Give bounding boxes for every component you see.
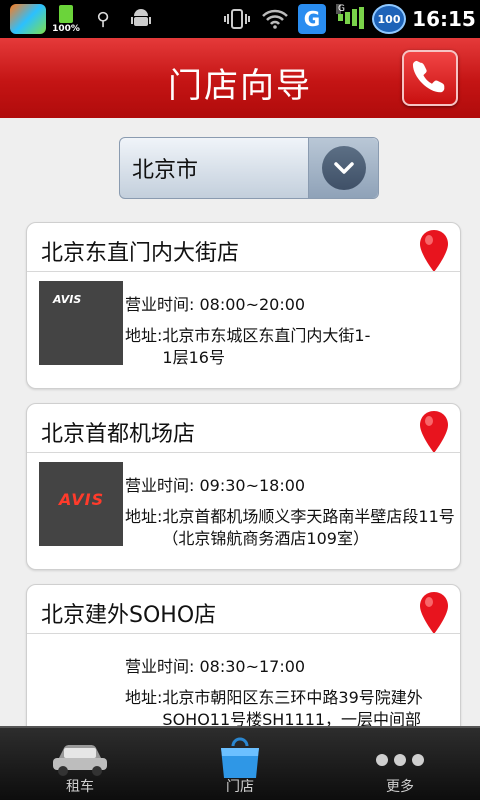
tab-label: 租车 bbox=[66, 779, 94, 795]
tab-rent-car[interactable]: 租车 bbox=[0, 728, 160, 800]
store-card[interactable]: 北京首都机场店 AVIS 营业时间: 09:30~18:00 地址: 北京首都机场… bbox=[26, 403, 461, 570]
tab-label: 门店 bbox=[226, 779, 254, 795]
status-bar: 100% ⚲ G G 100 16:15 bbox=[0, 0, 480, 38]
android-icon bbox=[128, 4, 154, 34]
car-icon bbox=[53, 745, 107, 776]
chevron-down-icon bbox=[333, 162, 354, 174]
shopping-bag-icon bbox=[221, 737, 259, 778]
store-name: 北京东直门内大街店 bbox=[41, 241, 240, 266]
signal-icon: G bbox=[336, 4, 366, 34]
store-list[interactable]: 北京东直门内大街店 AVIS 营业时间: 08:00~20:00 地址: 北京市东… bbox=[0, 220, 480, 726]
store-hours: 营业时间: 09:30~18:00 bbox=[125, 476, 306, 495]
signal-label: G bbox=[336, 4, 345, 14]
wifi-icon bbox=[260, 4, 290, 34]
battery-percent: 100% bbox=[52, 23, 80, 34]
call-button[interactable] bbox=[402, 50, 458, 106]
network-g-icon: G bbox=[298, 4, 326, 34]
store-address: 地址: 北京市朝阳区东三环中路39号院建外SOHO11号楼SH1111，一层中间部 bbox=[125, 688, 423, 726]
map-pin-icon[interactable] bbox=[418, 410, 450, 454]
clock: 16:15 bbox=[412, 7, 476, 31]
map-pin-icon[interactable] bbox=[418, 591, 450, 635]
store-card[interactable]: 北京建外SOHO店 营业时间: 08:30~17:00 地址: 北京市朝阳区东三环… bbox=[26, 584, 461, 726]
phone-icon bbox=[412, 60, 445, 93]
app-notification-icon bbox=[10, 4, 46, 34]
vibrate-icon bbox=[222, 4, 252, 34]
city-dropdown-toggle[interactable] bbox=[308, 138, 378, 198]
store-photo: AVIS bbox=[39, 281, 123, 365]
bottom-tab-bar: 租车 门店 更多 bbox=[0, 726, 480, 800]
store-name: 北京建外SOHO店 bbox=[41, 603, 217, 628]
header: 门店向导 bbox=[0, 38, 480, 118]
store-name: 北京首都机场店 bbox=[41, 422, 196, 447]
store-address: 地址: 北京市东城区东直门内大街1-1层16号 bbox=[125, 326, 371, 367]
store-address: 地址: 北京首都机场顺义李天路南半壁店段11号（北京锦航商务酒店109室） bbox=[125, 507, 455, 548]
battery-icon: 100% bbox=[52, 4, 80, 34]
city-dropdown-value: 北京市 bbox=[132, 158, 199, 183]
store-photo: AVIS bbox=[39, 462, 123, 546]
usb-icon: ⚲ bbox=[96, 8, 110, 30]
store-hours: 营业时间: 08:00~20:00 bbox=[125, 295, 306, 314]
more-dots-icon bbox=[376, 754, 424, 766]
city-dropdown[interactable]: 北京市 bbox=[119, 137, 379, 199]
store-hours: 营业时间: 08:30~17:00 bbox=[125, 657, 306, 676]
tab-stores[interactable]: 门店 bbox=[160, 728, 320, 800]
tab-more[interactable]: 更多 bbox=[320, 728, 480, 800]
map-pin-icon[interactable] bbox=[418, 229, 450, 273]
store-card[interactable]: 北京东直门内大街店 AVIS 营业时间: 08:00~20:00 地址: 北京市东… bbox=[26, 222, 461, 389]
badge-100-icon: 100 bbox=[372, 4, 406, 34]
tab-label: 更多 bbox=[386, 779, 414, 795]
